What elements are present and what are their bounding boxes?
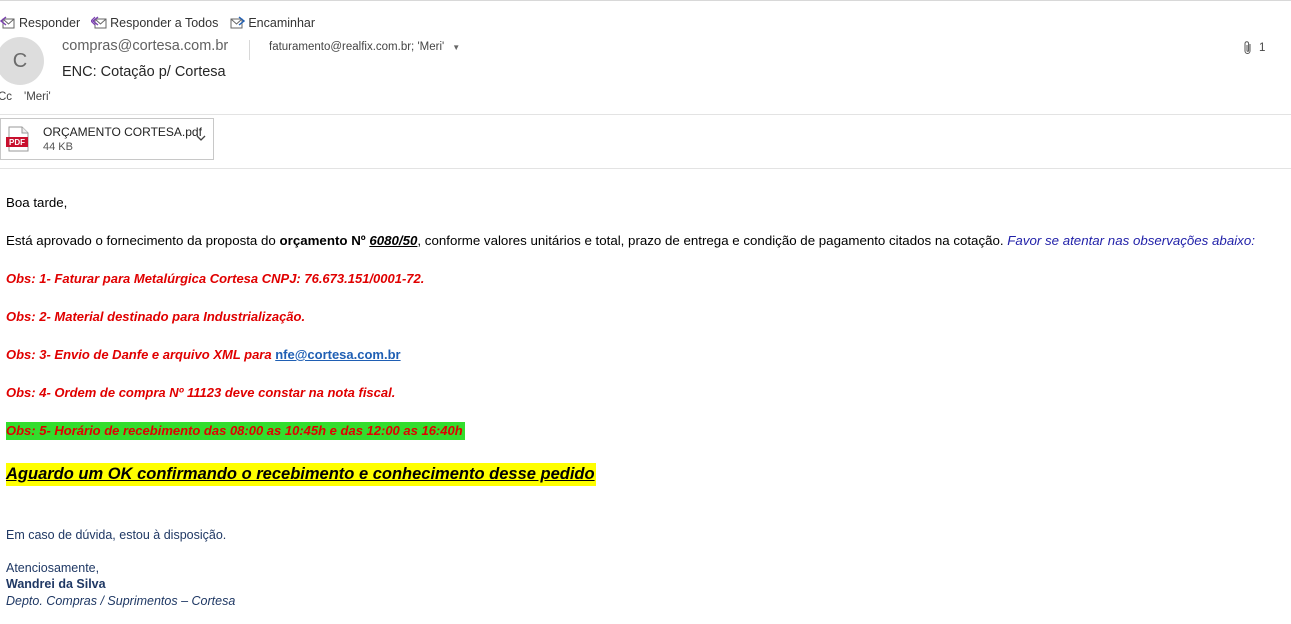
recipients-text: faturamento@realfix.com.br; 'Meri'	[269, 41, 445, 53]
chevron-down-icon[interactable]: ▼	[452, 43, 460, 52]
top-border	[0, 0, 1291, 1]
attachment-count[interactable]: 1	[1243, 40, 1265, 56]
obs-3-text: Obs: 3- Envio de Danfe e arquivo XML par…	[6, 347, 276, 362]
reply-all-label: Responder a Todos	[110, 16, 219, 30]
doubt-line: Em caso de dúvida, estou à disposição.	[6, 528, 227, 542]
cc-recipients[interactable]: 'Meri'	[24, 91, 51, 103]
reply-all-button[interactable]: Responder a Todos	[91, 16, 218, 30]
attachment-divider	[0, 168, 1291, 169]
pdf-icon-label: PDF	[9, 138, 25, 147]
recipients[interactable]: faturamento@realfix.com.br; 'Meri' ▼	[269, 41, 460, 53]
attachment-count-value: 1	[1259, 42, 1266, 54]
sender-avatar[interactable]: C	[0, 37, 44, 85]
obs-2: Obs: 2- Material destinado para Industri…	[6, 309, 306, 324]
confirmation-request: Aguardo um OK confirmando o recebimento …	[6, 463, 596, 486]
nfe-email-link[interactable]: nfe@cortesa.com.br	[275, 347, 400, 362]
signature-department: Depto. Compras / Suprimentos – Cortesa	[6, 594, 236, 608]
cc-label: Cc	[0, 91, 13, 103]
signature-name: Wandrei da Silva	[6, 577, 106, 591]
forward-button[interactable]: Encaminhar	[229, 16, 315, 30]
avatar-initial: C	[12, 49, 28, 72]
forward-icon	[230, 16, 246, 29]
obs-1: Obs: 1- Faturar para Metalúrgica Cortesa…	[6, 271, 425, 286]
greeting: Boa tarde,	[6, 195, 68, 210]
message-subject: ENC: Cotação p/ Cortesa	[62, 64, 226, 80]
pdf-file-icon: PDF	[6, 126, 29, 152]
attachment-card[interactable]: PDF ORÇAMENTO CORTESA.pdf 44 KB	[0, 118, 214, 160]
forward-label: Encaminhar	[248, 16, 316, 30]
confirmation-highlight: Aguardo um OK confirmando o recebimento …	[6, 463, 596, 486]
attention-note: Favor se atentar nas observações abaixo:	[1007, 233, 1255, 248]
budget-number: 6080/50	[369, 233, 418, 248]
attachment-chevron-down-icon[interactable]	[195, 132, 207, 144]
closing: Atenciosamente,	[6, 561, 100, 575]
attachment-size: 44 KB	[43, 141, 73, 153]
message-actions-toolbar: Responder Responder a Todos Encaminhar	[0, 14, 326, 32]
approval-text: Está aprovado o fornecimento da proposta…	[6, 233, 280, 248]
reply-all-icon	[91, 16, 107, 29]
header-divider	[0, 114, 1291, 115]
approval-paragraph: Está aprovado o fornecimento da proposta…	[6, 233, 1255, 248]
attachment-name: ORÇAMENTO CORTESA.pdf	[43, 125, 202, 139]
reply-icon	[0, 16, 15, 29]
header-separator	[249, 40, 250, 60]
obs-3: Obs: 3- Envio de Danfe e arquivo XML par…	[6, 347, 401, 362]
paperclip-icon	[1244, 41, 1251, 54]
approval-rest: , conforme valores unitários e total, pr…	[417, 233, 1008, 248]
reply-label: Responder	[19, 16, 81, 30]
sender-address[interactable]: compras@cortesa.com.br	[62, 38, 228, 54]
reply-button[interactable]: Responder	[0, 16, 80, 30]
obs-4: Obs: 4- Ordem de compra Nº 11123 deve co…	[6, 385, 396, 400]
obs-5: Obs: 5- Horário de recebimento das 08:00…	[6, 422, 465, 440]
approval-budget-label: orçamento Nº	[279, 233, 370, 248]
obs-5-highlight: Obs: 5- Horário de recebimento das 08:00…	[6, 422, 465, 440]
